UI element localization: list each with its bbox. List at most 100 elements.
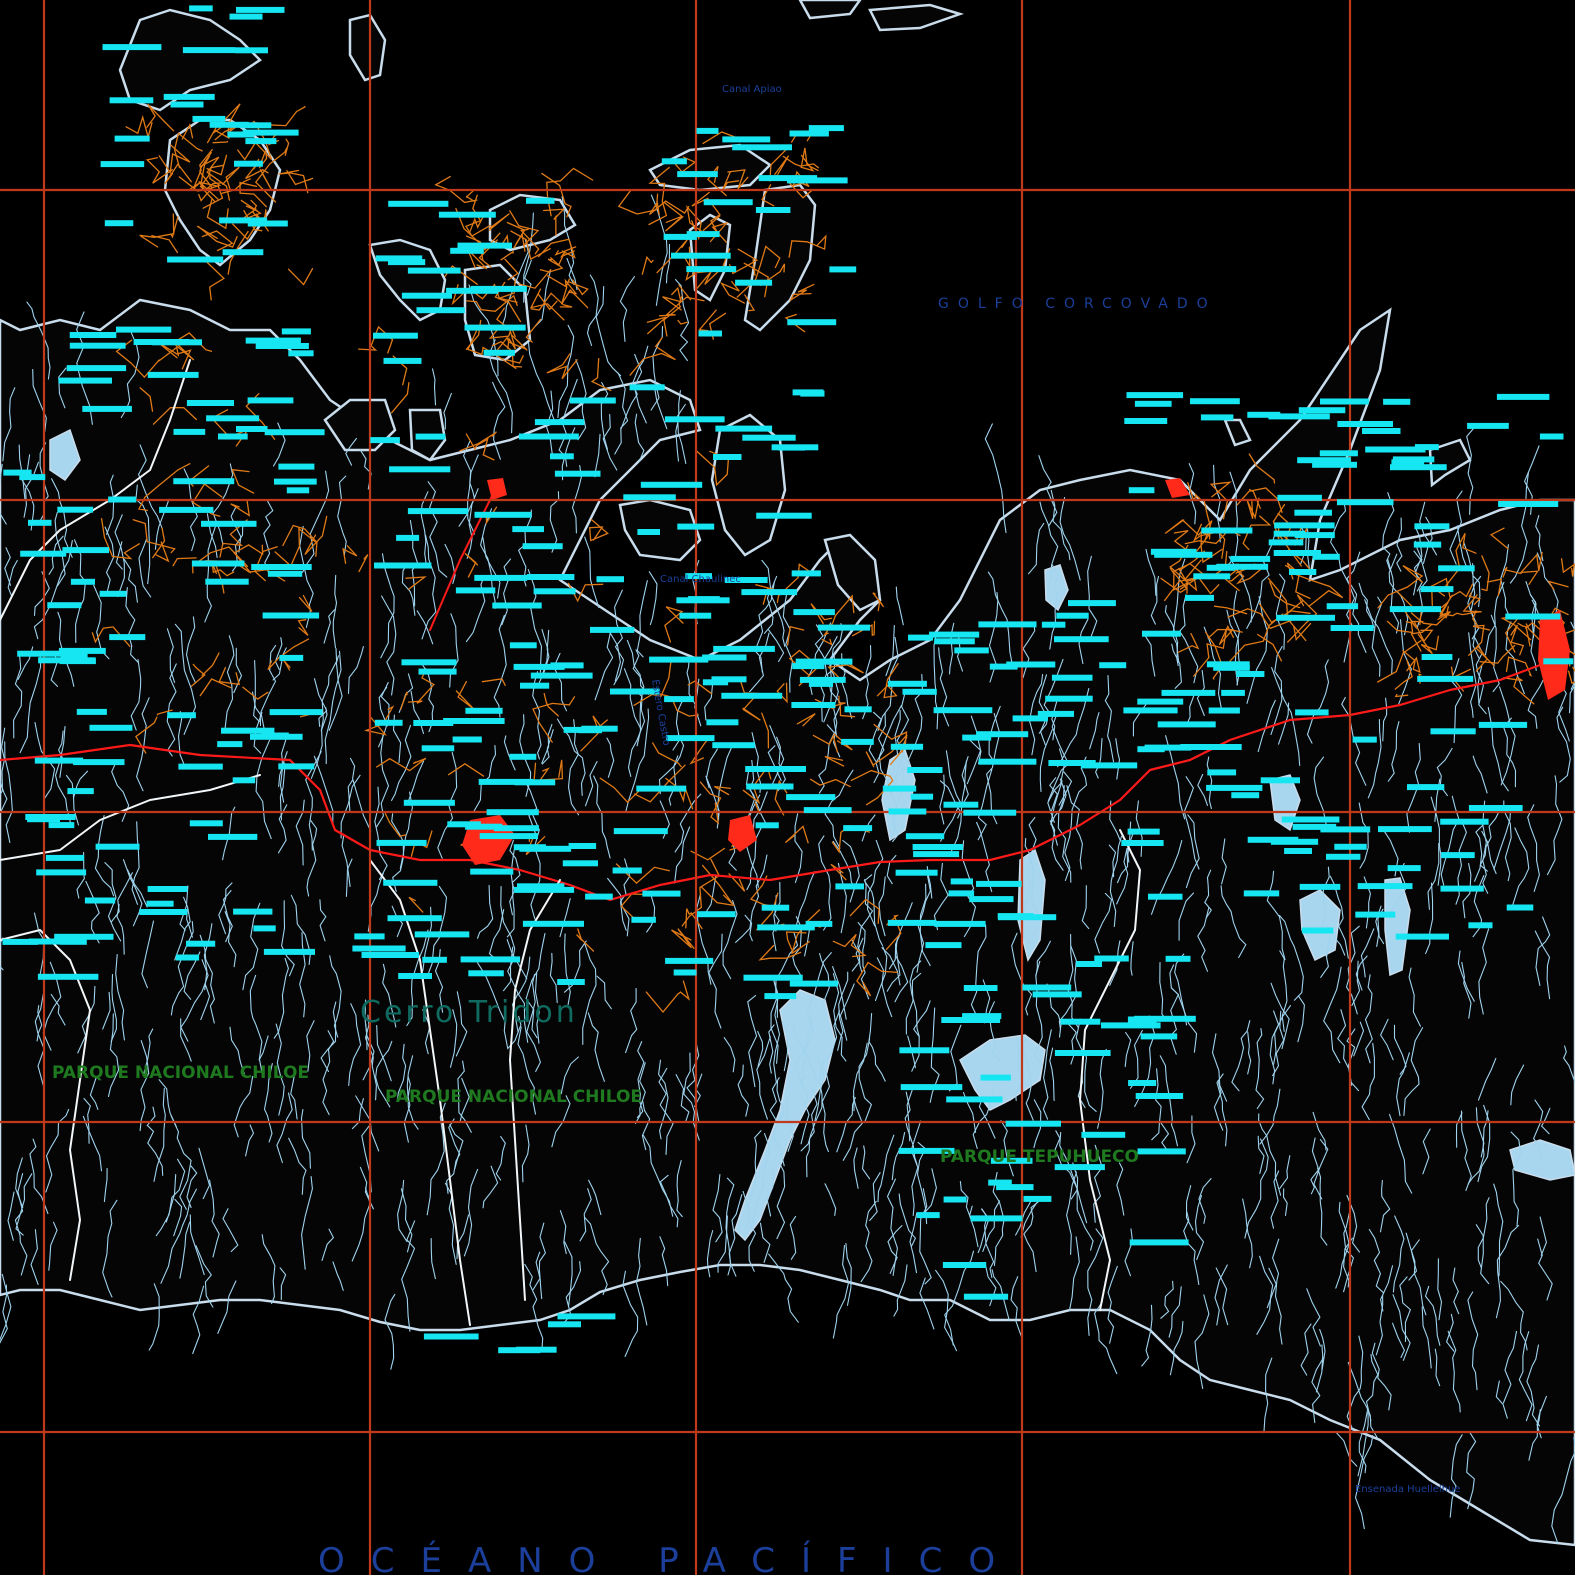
ensenada-label: Ensenada Huellelhue bbox=[1355, 1484, 1460, 1495]
place-label-box bbox=[45, 854, 85, 861]
place-label-box bbox=[963, 985, 998, 991]
place-label-box bbox=[70, 578, 95, 585]
place-label-box bbox=[946, 1096, 1003, 1103]
place-label-box bbox=[800, 390, 825, 397]
place-label-box bbox=[637, 529, 660, 535]
place-label-box bbox=[703, 199, 753, 206]
place-label-box bbox=[1124, 418, 1168, 424]
place-label-box bbox=[1054, 1050, 1111, 1056]
place-label-box bbox=[905, 833, 945, 840]
park-west-label: PARQUE NACIONAL CHILOE bbox=[52, 1063, 309, 1083]
place-label-box bbox=[478, 778, 534, 785]
place-label-box bbox=[1298, 407, 1346, 414]
place-label-box bbox=[997, 913, 1034, 920]
place-label-box bbox=[640, 481, 703, 488]
place-label-box bbox=[1319, 450, 1358, 457]
place-label-box bbox=[1080, 762, 1138, 769]
place-label-box bbox=[1045, 695, 1093, 702]
place-label-box bbox=[563, 726, 587, 733]
place-label-box bbox=[403, 799, 455, 806]
place-label-box bbox=[221, 727, 275, 734]
place-label-box bbox=[69, 332, 117, 338]
place-label-box bbox=[1128, 487, 1155, 494]
place-label-box bbox=[1378, 826, 1432, 833]
place-label-box bbox=[1190, 398, 1240, 405]
place-label-box bbox=[791, 570, 821, 577]
place-label-box bbox=[1154, 551, 1213, 558]
place-label-box bbox=[1389, 606, 1441, 613]
place-label-box bbox=[1006, 661, 1056, 668]
place-label-box bbox=[232, 777, 256, 784]
place-label-box bbox=[450, 247, 484, 254]
place-label-box bbox=[95, 843, 140, 850]
place-label-box bbox=[99, 590, 127, 597]
place-label-box bbox=[554, 470, 601, 477]
place-label-box bbox=[1230, 555, 1271, 562]
place-label-box bbox=[245, 138, 277, 145]
place-label-box bbox=[1414, 523, 1450, 530]
place-label-box bbox=[189, 5, 213, 12]
place-label-box bbox=[568, 843, 597, 849]
place-label-box bbox=[1334, 843, 1367, 850]
place-label-box bbox=[612, 867, 642, 874]
place-label-box bbox=[236, 426, 268, 432]
place-label-box bbox=[629, 384, 665, 391]
place-label-box bbox=[803, 807, 852, 814]
place-label-box bbox=[1134, 400, 1172, 407]
topographic-map[interactable]: GOLFO CORCOVADO Canal Apiao Canal Chauli… bbox=[0, 0, 1575, 1575]
place-label-box bbox=[934, 638, 975, 645]
place-label-box bbox=[398, 973, 432, 979]
place-label-box bbox=[247, 397, 294, 404]
place-label-box bbox=[66, 365, 127, 372]
place-label-box bbox=[37, 973, 99, 980]
place-label-box bbox=[925, 942, 962, 949]
place-label-box bbox=[745, 766, 806, 772]
place-label-box bbox=[1297, 457, 1351, 464]
place-label-box bbox=[1142, 630, 1181, 637]
place-label-box bbox=[89, 724, 133, 731]
place-label-box bbox=[288, 350, 314, 357]
place-label-box bbox=[421, 745, 455, 752]
place-label-box bbox=[173, 428, 206, 435]
place-label-box bbox=[1467, 422, 1509, 429]
place-label-box bbox=[206, 415, 260, 422]
place-label-box bbox=[1206, 784, 1263, 791]
place-label-box bbox=[1127, 828, 1160, 835]
place-label-box bbox=[910, 793, 934, 800]
place-label-box bbox=[1206, 564, 1235, 571]
place-label-box bbox=[526, 574, 575, 580]
place-label-box bbox=[388, 200, 449, 207]
place-label-box bbox=[1032, 991, 1082, 998]
place-label-box bbox=[278, 463, 315, 470]
place-label-box bbox=[457, 242, 512, 249]
place-label-box bbox=[389, 466, 451, 473]
place-label-box bbox=[613, 828, 668, 835]
place-label-box bbox=[1221, 689, 1245, 696]
place-label-box bbox=[414, 931, 470, 938]
place-label-box bbox=[899, 1047, 950, 1054]
place-label-box bbox=[978, 621, 1037, 628]
place-label-box bbox=[1268, 413, 1330, 420]
place-label-box bbox=[233, 908, 273, 915]
place-label-box bbox=[146, 900, 174, 907]
place-label-box bbox=[715, 425, 773, 432]
place-label-box bbox=[1207, 769, 1237, 776]
place-label-box bbox=[1543, 658, 1574, 665]
place-label-box bbox=[274, 478, 317, 485]
place-label-box bbox=[950, 878, 973, 885]
place-label-box bbox=[253, 925, 276, 932]
place-label-box bbox=[661, 158, 687, 165]
place-label-box bbox=[808, 125, 844, 132]
place-label-box bbox=[1236, 671, 1265, 677]
place-label-box bbox=[396, 534, 420, 541]
place-label-box bbox=[1289, 569, 1317, 575]
place-label-box bbox=[1438, 565, 1475, 572]
place-label-box bbox=[887, 680, 927, 687]
place-label-box bbox=[712, 742, 755, 749]
place-label-box bbox=[900, 1084, 963, 1091]
place-label-box bbox=[963, 1293, 1009, 1300]
place-label-box bbox=[664, 696, 694, 703]
place-label-box bbox=[976, 880, 1022, 887]
place-label-box bbox=[407, 267, 461, 274]
place-label-box bbox=[978, 758, 1037, 765]
